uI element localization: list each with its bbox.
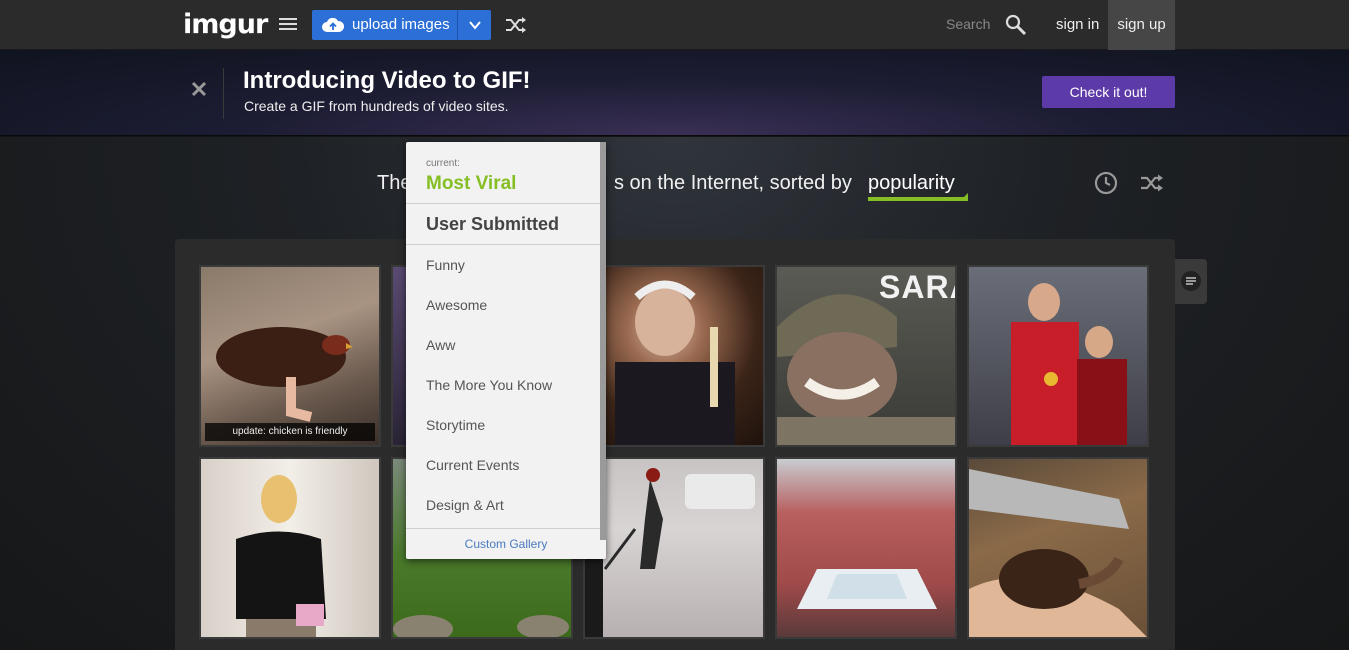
clock-icon[interactable] xyxy=(1094,171,1118,195)
current-label: current: xyxy=(426,158,460,169)
menu-item-current-events[interactable]: Current Events xyxy=(426,457,519,473)
comments-tab[interactable] xyxy=(1175,259,1207,304)
menu-item-aww[interactable]: Aww xyxy=(426,337,455,353)
current-section[interactable]: Most Viral xyxy=(426,173,516,195)
banner-title: Introducing Video to GIF! xyxy=(243,67,531,94)
gallery-thumbnail[interactable] xyxy=(583,265,765,447)
athletes-image xyxy=(1011,283,1127,445)
sort-selector[interactable]: popularity xyxy=(868,172,955,195)
menu-item-the-more-you-know[interactable]: The More You Know xyxy=(426,377,552,393)
menu-item-user-submitted[interactable]: User Submitted xyxy=(426,214,559,235)
upload-images-button[interactable]: upload images xyxy=(312,10,491,40)
cloud-upload-icon xyxy=(322,17,344,32)
banner-subtitle: Create a GIF from hundreds of video site… xyxy=(244,98,509,114)
woman-image xyxy=(236,475,326,637)
gallery-thumbnail[interactable] xyxy=(775,457,957,639)
random-shuffle-icon[interactable] xyxy=(505,15,527,35)
sort-underline xyxy=(868,197,968,201)
search-input[interactable]: Search xyxy=(946,16,990,32)
gallery-section-dropdown: current: Most Viral User Submitted Funny… xyxy=(406,142,606,559)
menu-item-awesome[interactable]: Awesome xyxy=(426,297,487,313)
random-shuffle-icon[interactable] xyxy=(1140,172,1164,194)
imgur-logo[interactable]: imgur xyxy=(183,9,268,40)
gallery-thumbnail[interactable] xyxy=(583,457,765,639)
gallery-thumbnail[interactable]: SARA xyxy=(775,265,957,447)
promo-banner: Introducing Video to GIF! Create a GIF f… xyxy=(0,50,1349,136)
gallery-thumbnail[interactable] xyxy=(199,457,381,639)
thumbnail-overlay-text: SARA xyxy=(879,269,955,305)
check-it-out-button[interactable]: Check it out! xyxy=(1042,76,1175,108)
snail-image xyxy=(969,469,1147,637)
close-icon[interactable] xyxy=(190,80,208,98)
dropdown-scrollbar[interactable] xyxy=(600,142,606,540)
menu-icon[interactable] xyxy=(279,18,297,32)
sign-up-button[interactable]: sign up xyxy=(1108,0,1175,50)
top-nav: imgur upload images Search sign in sign … xyxy=(0,0,1349,50)
stadium-image xyxy=(797,569,937,609)
heading-rest: s on the Internet, sorted by xyxy=(614,172,852,194)
upload-images-label: upload images xyxy=(352,16,450,33)
menu-item-storytime[interactable]: Storytime xyxy=(426,417,485,433)
chicken-image xyxy=(216,327,353,422)
man-image xyxy=(615,280,735,445)
gallery-thumbnail[interactable]: update: chicken is friendly xyxy=(199,265,381,447)
chevron-down-icon[interactable] xyxy=(468,18,482,32)
snow-image xyxy=(585,468,755,637)
gallery-thumbnail[interactable] xyxy=(967,265,1149,447)
menu-item-funny[interactable]: Funny xyxy=(426,257,465,273)
custom-gallery-link[interactable]: Custom Gallery xyxy=(406,537,606,551)
menu-item-design-art[interactable]: Design & Art xyxy=(426,497,504,513)
search-icon[interactable] xyxy=(1005,14,1027,36)
thumbnail-caption: update: chicken is friendly xyxy=(205,423,375,441)
sign-in-link[interactable]: sign in xyxy=(1056,16,1099,33)
gallery-thumbnail[interactable] xyxy=(967,457,1149,639)
comment-icon xyxy=(1181,271,1201,291)
